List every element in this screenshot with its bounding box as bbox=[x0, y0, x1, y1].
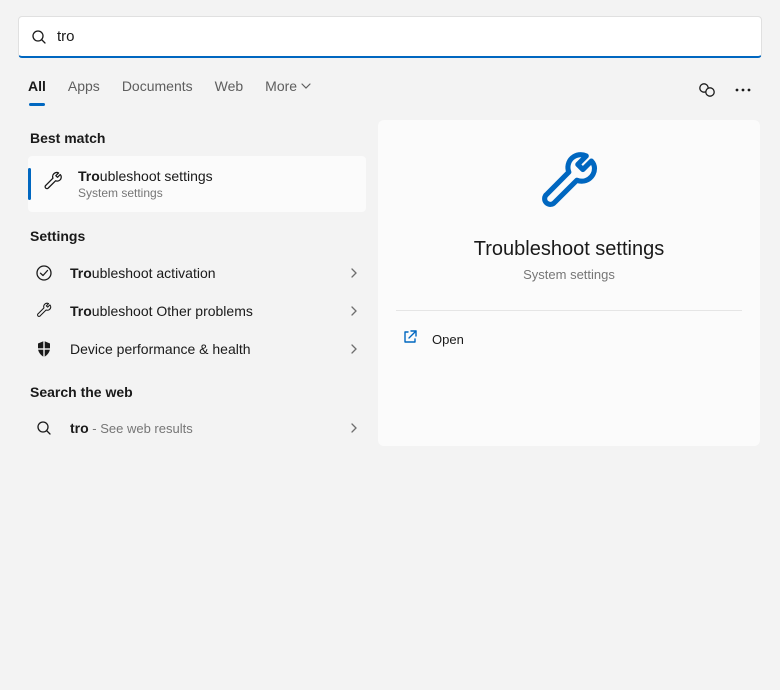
chevron-right-icon bbox=[348, 267, 360, 279]
open-external-icon bbox=[402, 329, 418, 350]
shield-icon bbox=[34, 340, 54, 358]
section-best-match: Best match bbox=[30, 130, 366, 146]
search-box[interactable] bbox=[18, 16, 762, 58]
chevron-down-icon bbox=[301, 81, 311, 91]
tab-apps[interactable]: Apps bbox=[68, 78, 100, 106]
settings-item-label: Troubleshoot Other problems bbox=[70, 303, 253, 319]
web-search-label: tro - See web results bbox=[70, 420, 193, 436]
section-search-web: Search the web bbox=[30, 384, 366, 400]
section-settings: Settings bbox=[30, 228, 366, 244]
tab-more[interactable]: More bbox=[265, 78, 311, 106]
tab-web[interactable]: Web bbox=[215, 78, 244, 106]
web-search-item[interactable]: tro - See web results bbox=[28, 410, 366, 446]
more-options-icon[interactable] bbox=[734, 81, 752, 104]
settings-item-activation[interactable]: Troubleshoot activation bbox=[28, 254, 366, 292]
tab-documents[interactable]: Documents bbox=[122, 78, 193, 106]
best-match-title: Troubleshoot settings bbox=[78, 168, 213, 184]
preview-panel: Troubleshoot settings System settings Op… bbox=[378, 120, 760, 446]
wrench-icon bbox=[34, 302, 54, 320]
best-match-subtitle: System settings bbox=[78, 186, 213, 200]
wrench-icon bbox=[396, 150, 742, 218]
wrench-icon bbox=[42, 171, 64, 198]
settings-item-device-health[interactable]: Device performance & health bbox=[28, 330, 366, 368]
search-input[interactable] bbox=[57, 28, 749, 45]
preview-subtitle: System settings bbox=[396, 267, 742, 282]
search-icon bbox=[31, 29, 47, 45]
open-action[interactable]: Open bbox=[396, 321, 742, 358]
open-action-label: Open bbox=[432, 332, 464, 347]
check-circle-icon bbox=[34, 264, 54, 282]
chat-icon[interactable] bbox=[698, 81, 716, 104]
chevron-right-icon bbox=[348, 343, 360, 355]
results-panel: Best match Troubleshoot settings System … bbox=[18, 114, 366, 446]
settings-item-label: Device performance & health bbox=[70, 341, 251, 357]
divider bbox=[396, 310, 742, 311]
chevron-right-icon bbox=[348, 422, 360, 434]
search-icon bbox=[34, 420, 54, 436]
settings-item-label: Troubleshoot activation bbox=[70, 265, 216, 281]
tab-all[interactable]: All bbox=[28, 78, 46, 106]
chevron-right-icon bbox=[348, 305, 360, 317]
tab-row: All Apps Documents Web More bbox=[18, 78, 762, 106]
settings-item-other-problems[interactable]: Troubleshoot Other problems bbox=[28, 292, 366, 330]
best-match-item[interactable]: Troubleshoot settings System settings bbox=[28, 156, 366, 212]
preview-title: Troubleshoot settings bbox=[396, 238, 742, 261]
